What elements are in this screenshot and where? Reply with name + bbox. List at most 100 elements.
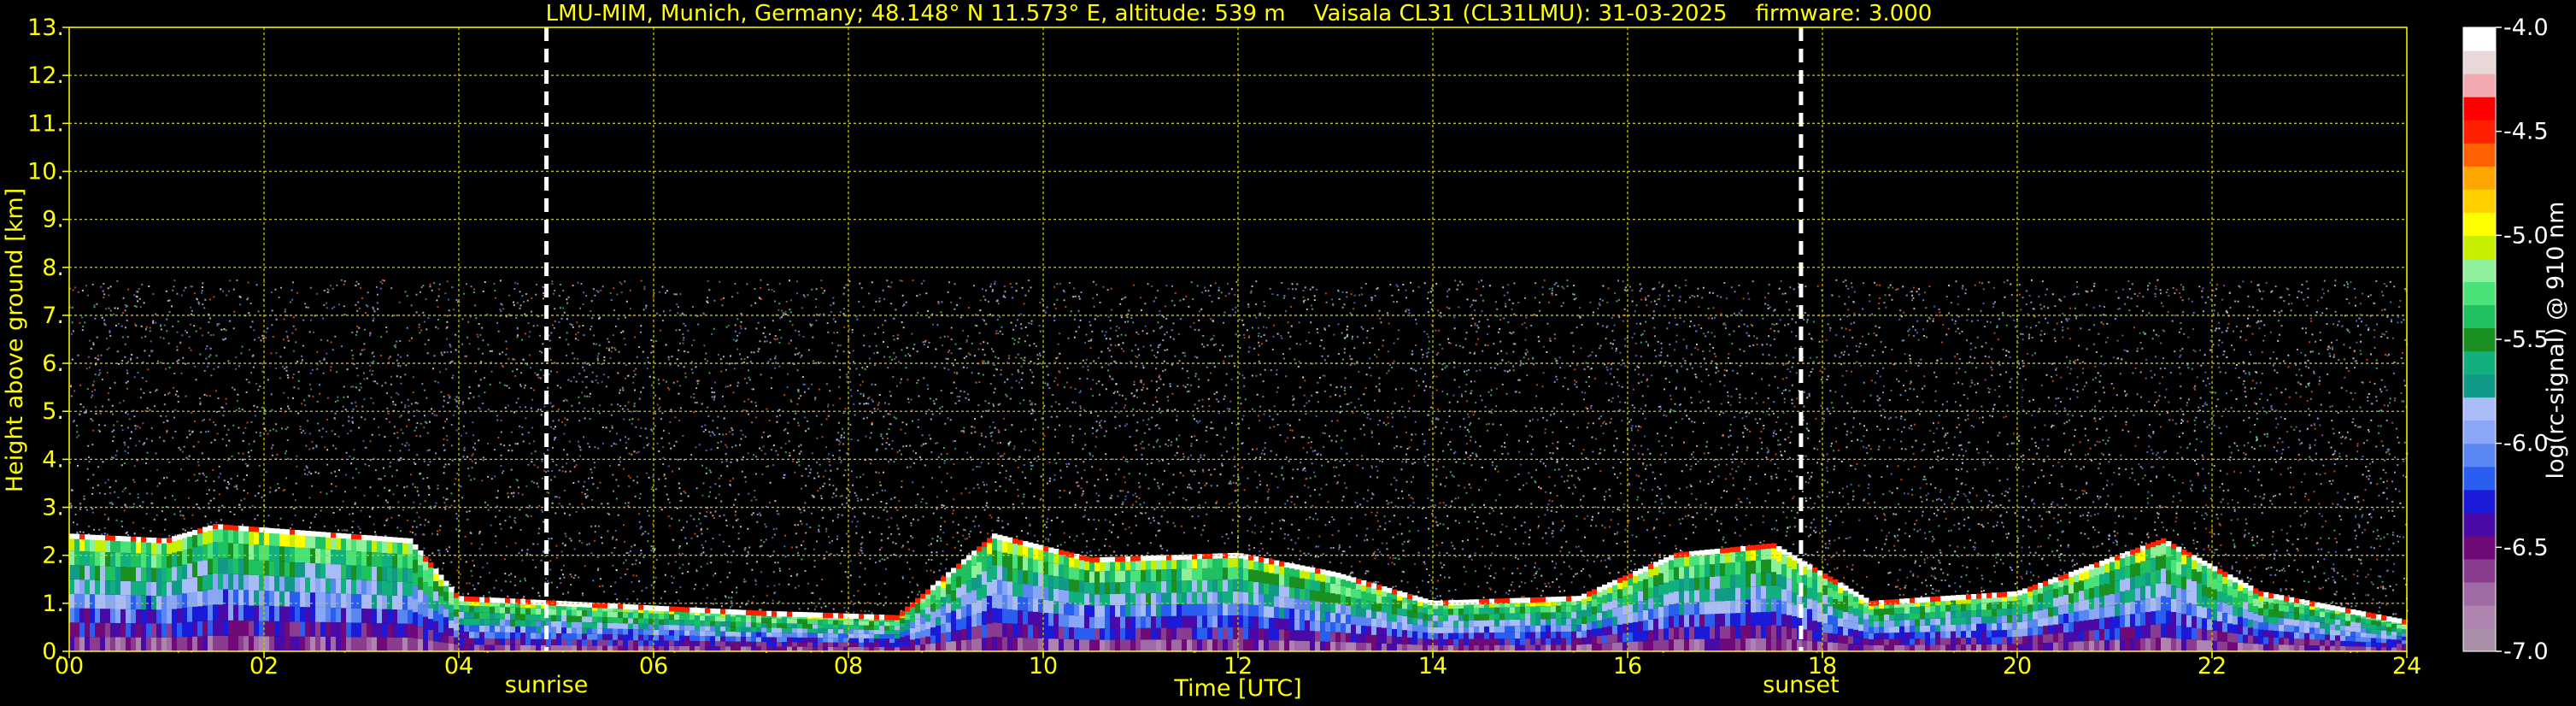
profile-cell	[725, 621, 731, 627]
profile-cell	[2186, 638, 2192, 651]
profile-cell	[2022, 621, 2028, 629]
profile-cell	[2202, 607, 2208, 619]
profile-cell	[561, 615, 567, 622]
profile-cell	[408, 623, 414, 638]
profile-cell	[2058, 632, 2064, 643]
profile-cell	[79, 622, 85, 638]
profile-cell	[1945, 631, 1951, 638]
profile-cell	[2110, 628, 2115, 640]
profile-cell	[1433, 638, 1439, 645]
profile-cell	[2171, 625, 2177, 638]
profile-cell	[1576, 625, 1582, 632]
profile-cell	[1935, 618, 1941, 626]
profile-cell	[1863, 638, 1869, 645]
profile-cell	[2212, 620, 2218, 631]
profile-cell	[2258, 622, 2264, 630]
profile-cell	[710, 646, 716, 651]
profile-cell	[1674, 579, 1680, 591]
profile-cell	[720, 641, 726, 647]
profile-cell	[1986, 630, 1992, 638]
profile-cell	[2330, 645, 2336, 651]
profile-cell	[1166, 592, 1172, 605]
profile-cell	[1115, 639, 1121, 651]
profile-cell	[628, 640, 634, 646]
cloud-top-cell	[136, 537, 142, 543]
profile-cell	[1587, 629, 1593, 638]
profile-cell	[997, 566, 1003, 580]
profile-cell	[1515, 626, 1521, 632]
profile-cell	[402, 554, 408, 568]
profile-cell	[1853, 622, 1859, 630]
profile-cell	[618, 612, 624, 618]
profile-cell	[1735, 600, 1741, 614]
profile-cell	[372, 622, 378, 638]
profile-cell	[1402, 637, 1408, 644]
cloud-top-cell	[500, 597, 506, 603]
profile-cell	[2335, 640, 2341, 646]
profile-cell	[2279, 611, 2285, 618]
profile-cell	[295, 591, 301, 607]
profile-cell	[136, 595, 142, 609]
profile-cell	[695, 646, 701, 651]
profile-cell	[2274, 644, 2280, 651]
profile-cell	[1940, 611, 1946, 619]
profile-cell	[1961, 644, 1967, 651]
profile-cell	[1315, 621, 1321, 632]
profile-cell	[2248, 620, 2254, 628]
profile-cell	[85, 622, 91, 638]
profile-cell	[1505, 644, 1511, 651]
profile-cell	[1376, 611, 1382, 620]
profile-cell	[613, 639, 619, 646]
cloud-top-cell	[1212, 553, 1218, 559]
profile-cell	[1530, 632, 1536, 638]
profile-cell	[1094, 605, 1100, 617]
cloud-top-cell	[613, 603, 619, 609]
cloud-top-cell	[889, 615, 895, 621]
profile-cell	[977, 587, 983, 601]
profile-cell	[79, 594, 85, 609]
profile-cell	[423, 570, 429, 583]
cloud-top-cell	[1771, 543, 1777, 549]
profile-cell	[879, 626, 885, 631]
profile-cell	[1807, 588, 1813, 599]
profile-cell	[1048, 575, 1054, 588]
profile-cell	[1335, 641, 1341, 651]
profile-cell	[1105, 639, 1111, 651]
profile-cell	[392, 581, 398, 596]
profile-cell	[1725, 588, 1731, 601]
profile-cell	[1643, 620, 1649, 631]
profile-cell	[1115, 570, 1121, 583]
profile-cell	[2099, 640, 2105, 651]
y-tick-label: 11.	[27, 110, 64, 137]
profile-cell	[2181, 564, 2187, 577]
profile-cell	[1207, 627, 1213, 640]
profile-cell	[987, 581, 993, 597]
profile-cell	[2074, 611, 2080, 622]
profile-cell	[864, 629, 870, 634]
profile-cell	[2350, 636, 2356, 642]
profile-cell	[2135, 638, 2141, 651]
profile-cell	[777, 618, 783, 624]
profile-cell	[346, 593, 352, 609]
profile-cell	[1048, 562, 1054, 576]
profile-cell	[807, 628, 813, 633]
profile-cell	[859, 638, 865, 643]
profile-cell	[131, 637, 137, 651]
profile-cell	[2233, 633, 2239, 643]
cloud-top-cell	[2258, 591, 2264, 597]
profile-cell	[736, 646, 742, 651]
profile-cell	[1674, 591, 1680, 603]
profile-cell	[1843, 635, 1849, 644]
profile-cell	[1633, 641, 1639, 651]
profile-cell	[1679, 579, 1685, 591]
profile-cell	[2140, 612, 2146, 626]
profile-cell	[910, 610, 916, 617]
profile-cell	[167, 623, 173, 638]
profile-cell	[751, 622, 757, 627]
profile-cell	[1920, 619, 1926, 626]
profile-cell	[443, 600, 449, 609]
profile-cell	[1910, 607, 1916, 614]
profile-cell	[577, 621, 583, 628]
profile-cell	[1617, 597, 1623, 608]
profile-cell	[1884, 608, 1890, 615]
